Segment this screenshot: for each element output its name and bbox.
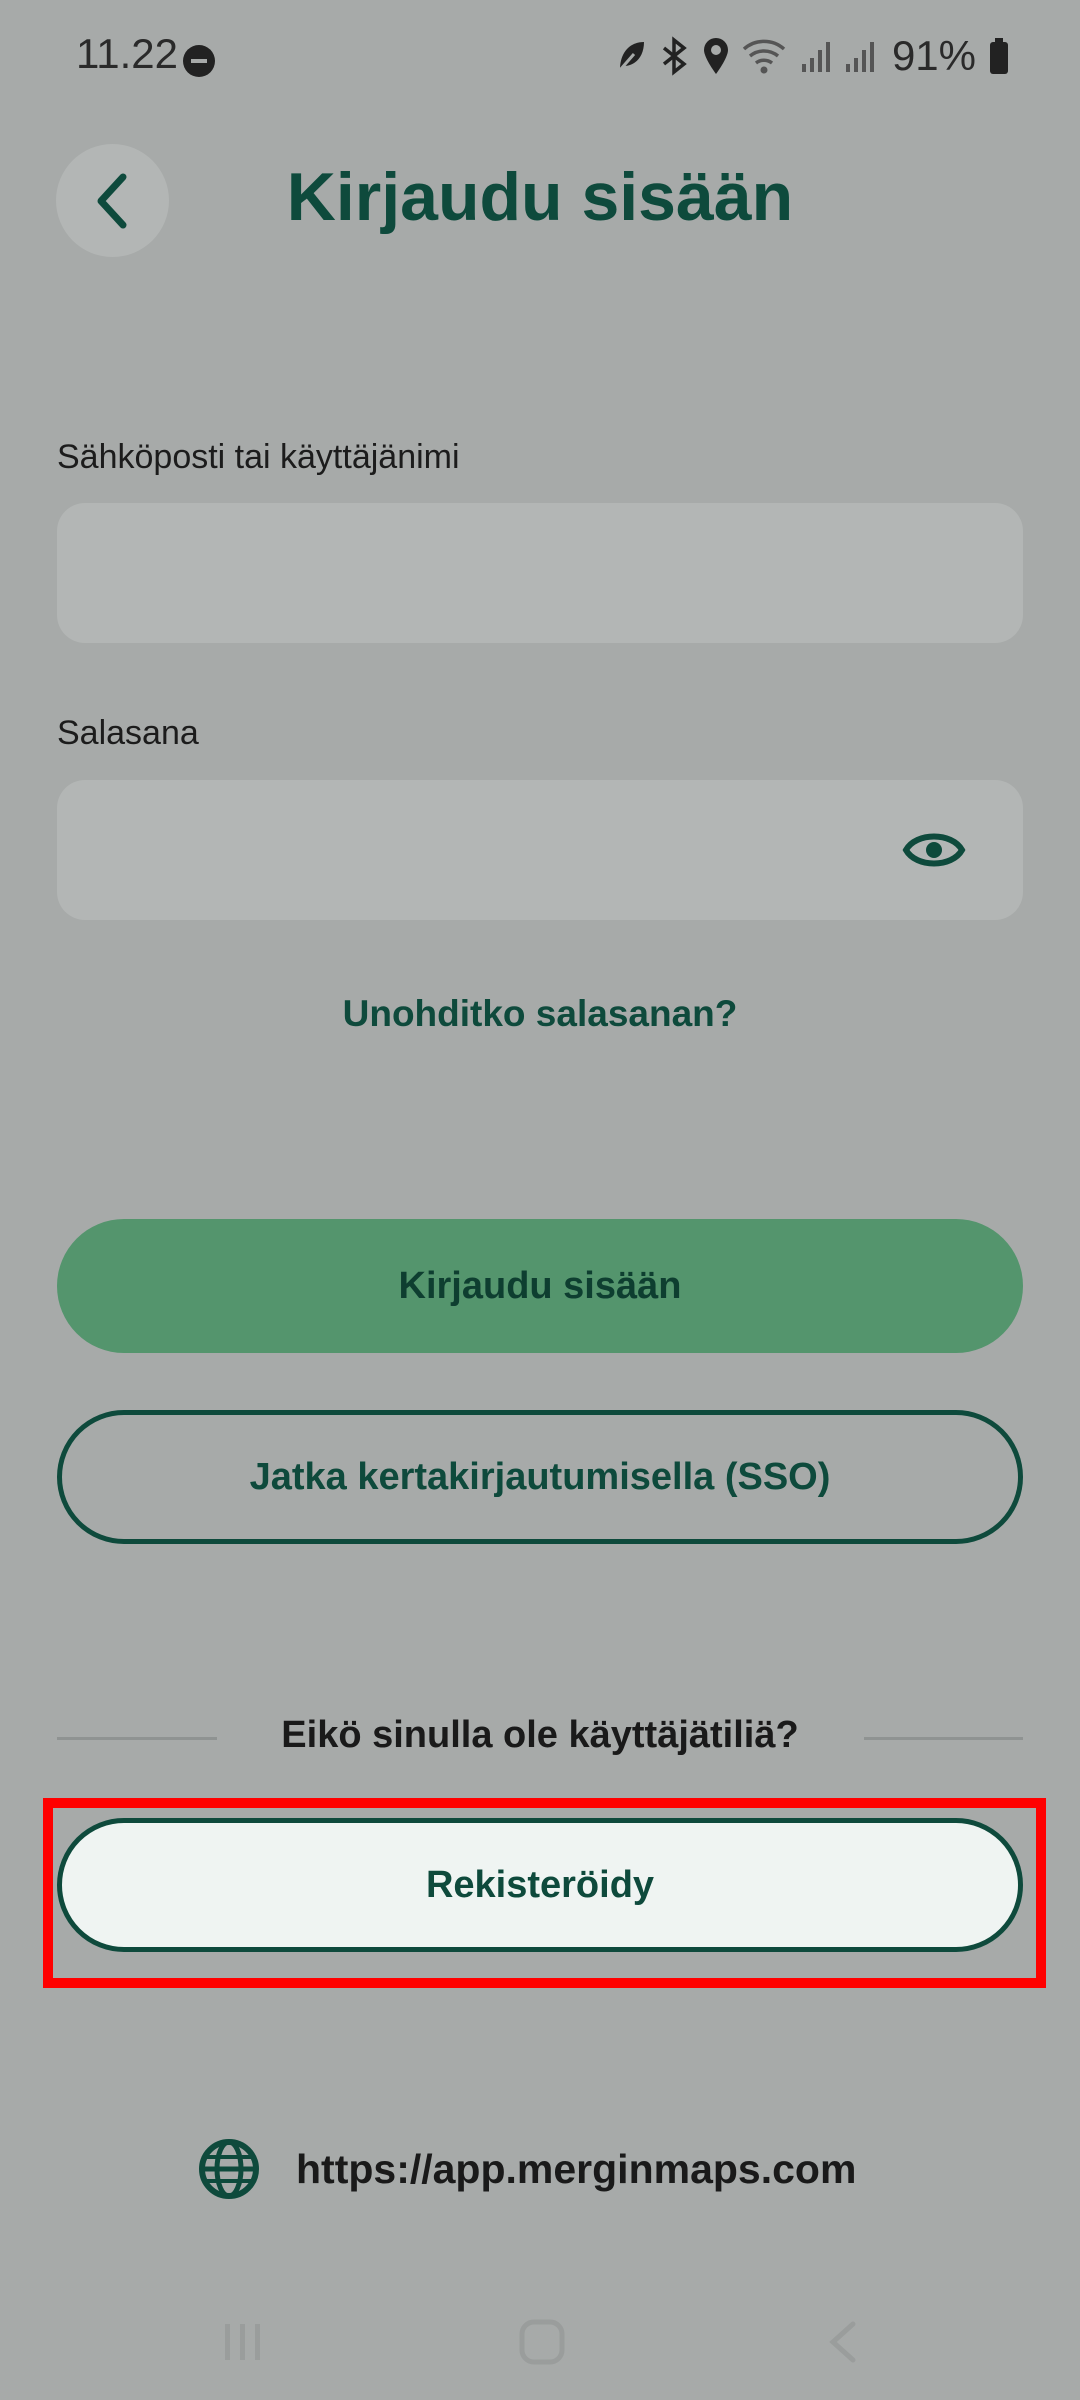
leaf-icon xyxy=(618,42,644,71)
server-url-link[interactable]: https://app.merginmaps.com xyxy=(198,2134,856,2204)
login-button[interactable]: Kirjaudu sisään xyxy=(57,1219,1023,1353)
battery-percentage: 91% xyxy=(891,32,976,79)
system-nav-bar xyxy=(0,2290,1080,2400)
location-icon xyxy=(703,38,728,74)
signal-icon xyxy=(845,42,874,72)
nav-back-icon[interactable] xyxy=(825,2320,861,2364)
no-account-text: Eikö sinulla ole käyttäjätiliä? xyxy=(281,1714,799,1756)
globe-icon xyxy=(199,2139,259,2199)
password-input[interactable] xyxy=(57,780,1023,920)
username-input[interactable] xyxy=(57,503,1023,643)
register-button[interactable]: Rekisteröidy xyxy=(57,1818,1023,1952)
show-password-button[interactable] xyxy=(896,820,972,880)
username-label: Sähköposti tai käyttäjänimi xyxy=(57,438,460,476)
battery-icon xyxy=(990,38,1008,74)
wifi-icon xyxy=(742,39,786,74)
recent-apps-icon[interactable] xyxy=(222,2320,264,2364)
signal-icon xyxy=(801,42,830,72)
status-icons: 91% xyxy=(616,32,1010,80)
home-icon[interactable] xyxy=(518,2318,566,2366)
page-title: Kirjaudu sisään xyxy=(286,159,794,235)
sso-button[interactable]: Jatka kertakirjautumisella (SSO) xyxy=(57,1410,1023,1544)
status-bar: 11.22 91% xyxy=(0,0,1080,120)
password-label: Salasana xyxy=(57,714,199,752)
forgot-password-link[interactable]: Unohditko salasanan? xyxy=(0,993,1080,1035)
eye-icon xyxy=(902,833,966,867)
bluetooth-icon xyxy=(662,36,687,76)
do-not-disturb-icon xyxy=(183,45,215,77)
server-url: https://app.merginmaps.com xyxy=(296,2145,857,2192)
status-time: 11.22 xyxy=(76,30,178,77)
